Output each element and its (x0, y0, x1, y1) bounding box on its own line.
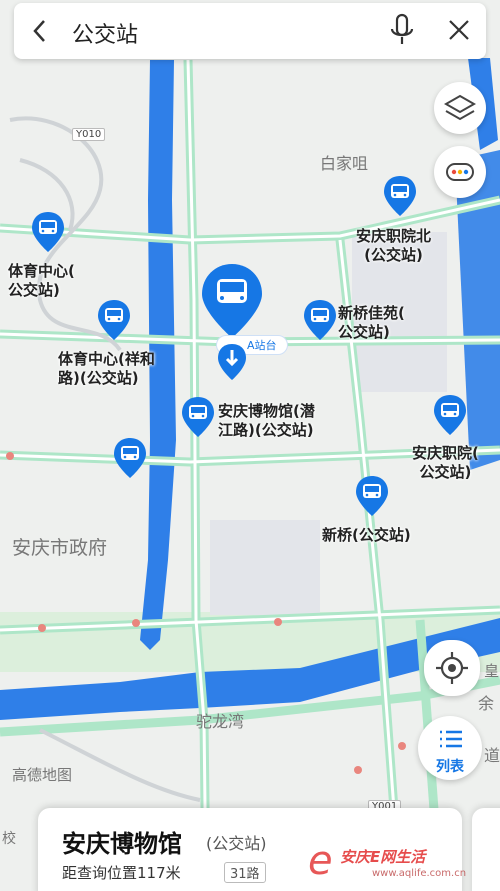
layers-button[interactable] (434, 82, 486, 134)
bus-stop-label[interactable]: 安庆博物馆(潜 江路)(公交站) (218, 402, 315, 440)
list-button[interactable]: 列表 (418, 716, 482, 780)
edge-text: 道 (484, 746, 500, 765)
bus-stop-marker[interactable] (112, 436, 148, 484)
card-title: 安庆博物馆 (62, 830, 182, 858)
watermark-title: 安庆E网生活 (340, 848, 426, 866)
crosshair-icon (436, 652, 468, 684)
list-label: 列表 (436, 759, 464, 775)
watermark-url: www.aqlife.com.cn (372, 868, 467, 879)
bus-stop-label[interactable]: 体育中心(祥和 路)(公交站) (58, 350, 155, 388)
watermark-logo-e: e (308, 838, 333, 884)
bus-stop-marker[interactable] (382, 174, 418, 222)
bus-stop-label[interactable]: 体育中心( 公交站) (8, 262, 75, 300)
bus-stop-label[interactable]: 安庆职院北 (公交站) (356, 227, 431, 265)
area-label: 安庆市政府 (12, 537, 108, 559)
edge-text: 余 (478, 694, 495, 713)
locate-button[interactable] (424, 640, 480, 696)
close-icon[interactable] (446, 17, 472, 47)
selected-stop-marker[interactable] (200, 262, 264, 344)
bus-stop-label[interactable]: 新桥佳苑( 公交站) (338, 304, 405, 342)
edge-text: 皇 (484, 662, 500, 680)
bus-stop-marker[interactable] (354, 474, 390, 522)
card-category: (公交站) (206, 834, 267, 853)
bus-stop-label[interactable]: 新桥(公交站) (322, 526, 411, 545)
next-card-peek[interactable] (472, 808, 500, 891)
area-label: 驼龙湾 (196, 712, 245, 731)
bus-stop-marker[interactable] (432, 393, 468, 441)
microphone-icon[interactable] (388, 13, 416, 53)
building-block (210, 520, 320, 615)
navigation-arrow-icon (216, 342, 248, 386)
route-badge[interactable]: 31路 (224, 862, 266, 883)
map-attribution: 高德地图 (12, 766, 73, 784)
more-dots-icon (446, 163, 474, 181)
layers-icon (443, 94, 477, 121)
back-icon[interactable] (30, 17, 50, 49)
bus-stop-label[interactable]: 安庆职院( 公交站) (412, 444, 479, 482)
bus-stop-marker[interactable] (96, 298, 132, 346)
search-bar[interactable]: 公交站 (14, 3, 486, 59)
road-label: Y010 (72, 128, 106, 141)
bus-stop-marker[interactable] (180, 395, 216, 443)
more-button[interactable] (434, 146, 486, 198)
area-label: 白家咀 (320, 154, 369, 173)
card-distance: 距查询位置117米 (62, 864, 181, 882)
edge-text: 校 (2, 831, 16, 847)
search-input[interactable]: 公交站 (72, 17, 138, 49)
map-screen: 白家咀 安庆市政府 驼龙湾 Y010 Y001 高德地图 皇 余 道 校 体育中… (0, 0, 500, 891)
bus-stop-marker[interactable] (302, 298, 338, 346)
list-icon (440, 730, 462, 748)
bus-stop-marker[interactable] (30, 210, 66, 258)
